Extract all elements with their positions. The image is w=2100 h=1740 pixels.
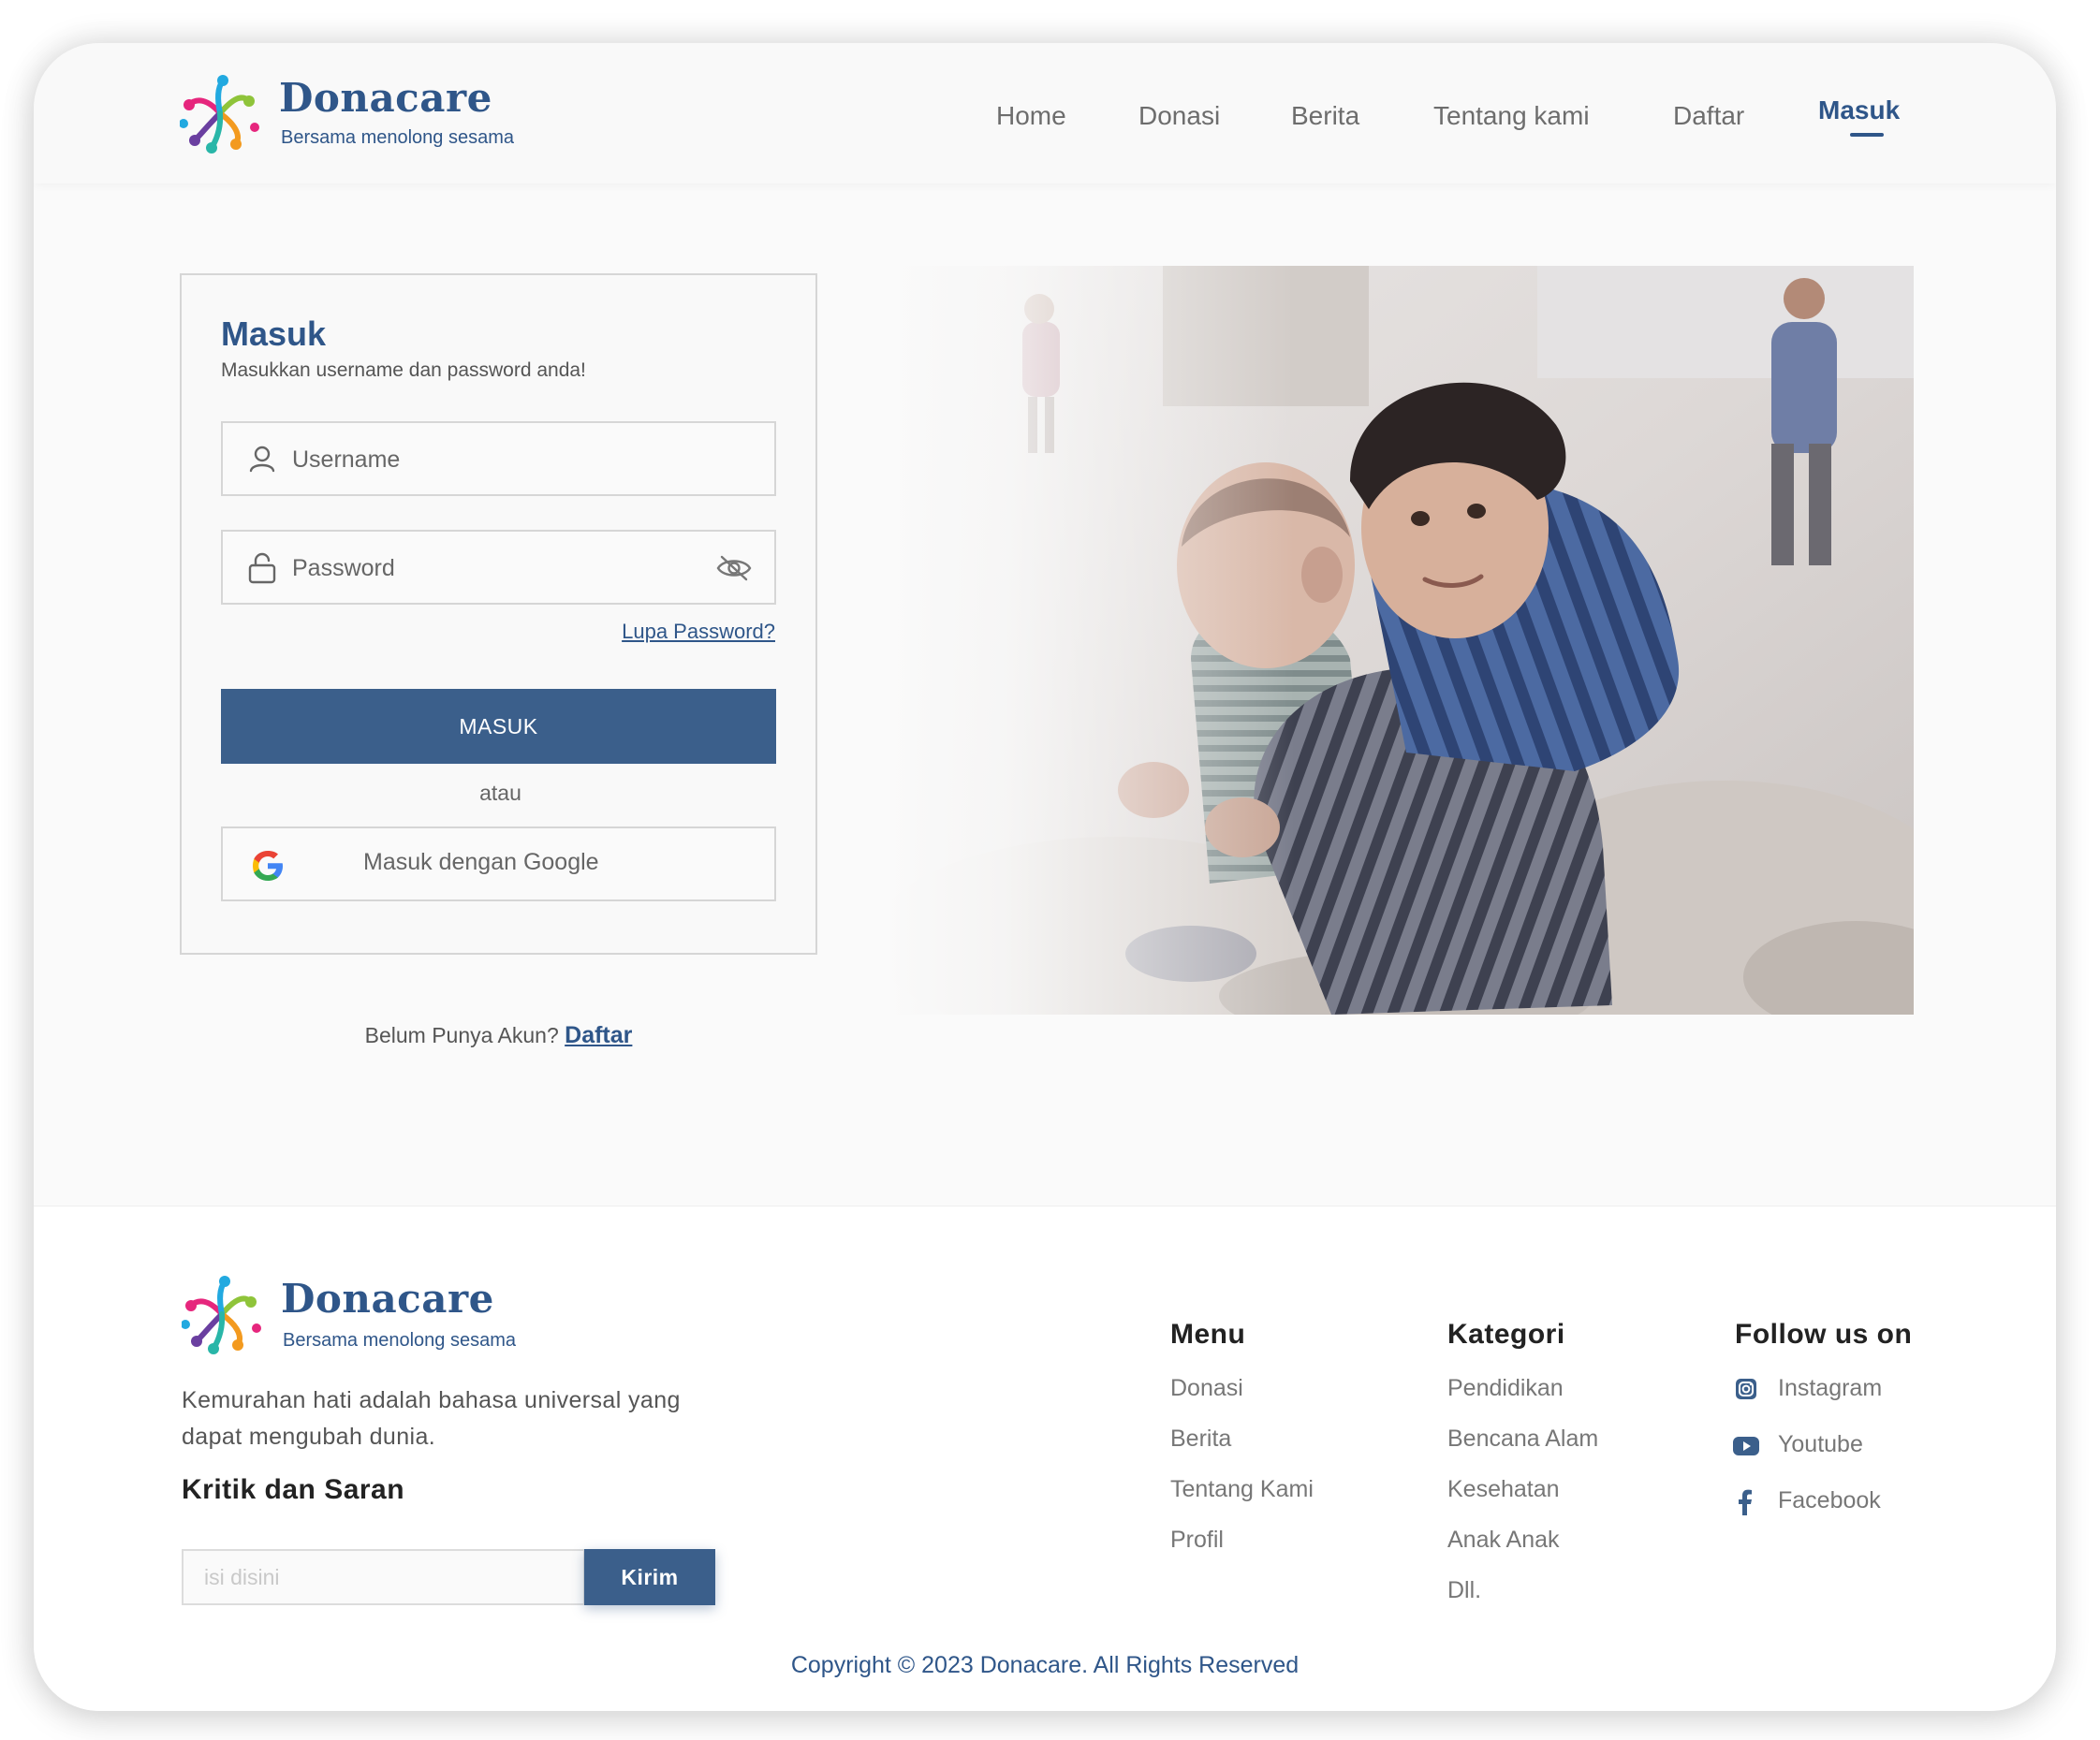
google-login-label: Masuk dengan Google: [363, 849, 599, 875]
footer-brand-tagline: Bersama menolong sesama: [283, 1330, 517, 1351]
user-icon: [249, 446, 275, 473]
footer-menu-item-profil[interactable]: Profil: [1170, 1527, 1224, 1554]
nav-donasi[interactable]: Donasi: [1138, 101, 1220, 131]
forgot-password-link[interactable]: Lupa Password?: [622, 620, 775, 644]
footer-menu-item-berita[interactable]: Berita: [1170, 1426, 1231, 1453]
password-input[interactable]: [292, 550, 685, 586]
footer-donacare-logo-icon[interactable]: [182, 1274, 262, 1354]
register-link[interactable]: Daftar: [565, 1022, 632, 1048]
footer-kategori-title: Kategori: [1447, 1319, 1565, 1350]
copyright: Copyright © 2023 Donacare. All Rights Re…: [790, 1652, 1300, 1678]
footer-follow-instagram[interactable]: Instagram: [1778, 1375, 1882, 1402]
nav-tentang-kami[interactable]: Tentang kami: [1433, 101, 1590, 131]
feedback-title: Kritik dan Saran: [182, 1474, 405, 1505]
nav-active-indicator: [1850, 133, 1884, 137]
nav-berita[interactable]: Berita: [1291, 101, 1359, 131]
lock-icon: [248, 552, 276, 584]
or-divider: atau: [479, 781, 521, 805]
username-field[interactable]: [221, 421, 776, 496]
instagram-icon[interactable]: [1735, 1378, 1757, 1400]
youtube-icon[interactable]: [1733, 1437, 1759, 1455]
no-account-text: Belum Punya Akun? Daftar: [180, 1022, 817, 1049]
nav-daftar[interactable]: Daftar: [1673, 101, 1744, 131]
brand-tagline: Bersama menolong sesama: [281, 127, 515, 148]
password-field[interactable]: [221, 530, 776, 605]
eye-off-icon[interactable]: [716, 554, 752, 582]
footer-follow-title: Follow us on: [1735, 1319, 1913, 1350]
no-account-label: Belum Punya Akun?: [364, 1023, 559, 1047]
footer-kategori-item-pendidikan[interactable]: Pendidikan: [1447, 1375, 1564, 1402]
google-icon: [253, 851, 283, 881]
google-login-button[interactable]: Masuk dengan Google: [221, 826, 776, 901]
send-feedback-button[interactable]: Kirim: [584, 1549, 715, 1605]
footer-menu-title: Menu: [1170, 1319, 1246, 1350]
footer-kategori-item-dll[interactable]: Dll.: [1447, 1577, 1481, 1604]
footer-kategori-item-anak-anak[interactable]: Anak Anak: [1447, 1527, 1560, 1554]
footer-menu-item-tentang-kami[interactable]: Tentang Kami: [1170, 1476, 1314, 1503]
donacare-logo-icon[interactable]: [180, 73, 260, 154]
feedback-input[interactable]: [182, 1549, 585, 1605]
username-input[interactable]: [292, 442, 685, 477]
brand-name[interactable]: Donacare: [279, 75, 492, 121]
footer-description: Kemurahan hati adalah bahasa universal y…: [182, 1387, 681, 1450]
footer-kategori-item-bencana-alam[interactable]: Bencana Alam: [1447, 1426, 1598, 1453]
footer-menu-item-donasi[interactable]: Donasi: [1170, 1375, 1243, 1402]
page-frame: Donacare Bersama menolong sesama Home Do…: [34, 43, 2056, 1711]
footer-follow-facebook[interactable]: Facebook: [1778, 1487, 1881, 1514]
hero-photo-children: [882, 266, 1914, 1015]
footer-follow-youtube[interactable]: Youtube: [1778, 1431, 1863, 1458]
footer: Donacare Bersama menolong sesama Kemurah…: [34, 1206, 2056, 1711]
login-subtitle: Masukkan username dan password anda!: [221, 359, 586, 381]
masuk-button[interactable]: MASUK: [221, 689, 776, 764]
footer-brand-name: Donacare: [281, 1276, 494, 1322]
facebook-icon[interactable]: [1736, 1489, 1753, 1515]
footer-kategori-item-kesehatan[interactable]: Kesehatan: [1447, 1476, 1560, 1503]
login-card: Masuk Masukkan username dan password and…: [180, 273, 817, 955]
login-title: Masuk: [221, 314, 327, 353]
header: Donacare Bersama menolong sesama Home Do…: [34, 43, 2056, 183]
nav-home[interactable]: Home: [996, 101, 1066, 131]
nav-masuk[interactable]: Masuk: [1818, 95, 1900, 125]
